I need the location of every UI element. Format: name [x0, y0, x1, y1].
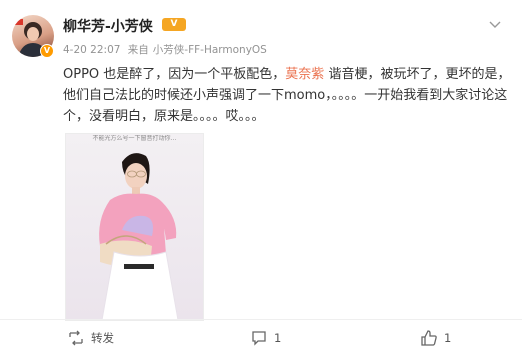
comment-count: 1	[274, 331, 282, 345]
verified-icon: V	[40, 44, 54, 58]
comment-icon	[252, 331, 266, 346]
action-bar: 转发 1 1	[0, 326, 522, 352]
chevron-down-icon[interactable]	[487, 16, 503, 32]
source-prefix: 来自	[127, 44, 149, 56]
post-source: 小芳侠-FF-HarmonyOS	[152, 44, 267, 56]
author-name[interactable]: 柳华芳-小芳侠	[63, 16, 153, 36]
comment-button[interactable]: 1	[250, 326, 281, 350]
repost-button[interactable]: 转发	[67, 326, 114, 350]
repost-icon	[69, 330, 83, 346]
divider	[0, 319, 522, 320]
highlight-link[interactable]: 莫奈紫	[285, 67, 324, 82]
post-content: OPPO 也是醉了，因为一个平板配色，莫奈紫 谐音梗，被玩坏了，更坏的是，他们自…	[63, 64, 513, 127]
like-icon	[421, 330, 437, 346]
post-meta: 4-20 22:07 来自 小芳侠-FF-HarmonyOS	[63, 42, 271, 57]
like-button[interactable]: 1	[420, 326, 451, 350]
post-time[interactable]: 4-20 22:07	[63, 44, 120, 56]
woman-with-tablet-image	[99, 153, 179, 320]
repost-label: 转发	[91, 331, 114, 345]
level-badge: V	[162, 18, 186, 31]
post-image[interactable]: 不能光方么号一下窗音打动你…	[65, 133, 204, 321]
image-caption: 不能光方么号一下窗音打动你…	[92, 135, 177, 142]
content-text-1: OPPO 也是醉了，因为一个平板配色，	[63, 67, 286, 82]
like-count: 1	[444, 331, 452, 345]
